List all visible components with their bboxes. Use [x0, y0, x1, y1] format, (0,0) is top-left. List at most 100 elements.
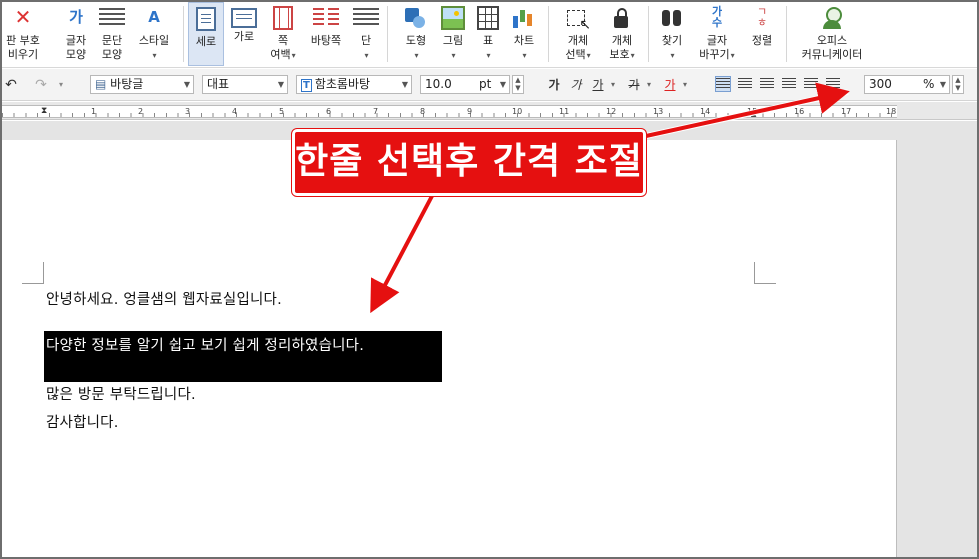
- text-line[interactable]: 안녕하세요. 엉클샘의 웹자료실입니다.: [46, 288, 282, 309]
- button-label: 커뮤니케이터: [801, 48, 863, 61]
- ruler-number: 12: [606, 107, 617, 116]
- object-protect-button[interactable]: 개체 보호: [602, 2, 642, 66]
- truetype-font-icon: T: [301, 79, 312, 92]
- underline-button[interactable]: 가: [590, 76, 606, 94]
- text-line[interactable]: 감사합니다.: [46, 411, 119, 432]
- align-left-icon[interactable]: [738, 77, 752, 91]
- font-size-stepper[interactable]: ▲ ▼: [512, 75, 524, 94]
- button-label: 글자: [706, 34, 728, 47]
- button-label: 글자: [65, 34, 87, 47]
- style-select[interactable]: ▤ 바탕글 ▼: [90, 75, 194, 94]
- chart-button[interactable]: 차트: [506, 2, 542, 66]
- line-spacing-unit: %: [923, 77, 935, 91]
- portrait-page-icon: [196, 7, 216, 31]
- shape-icon: [403, 6, 429, 30]
- ruler-number: 2: [138, 107, 144, 116]
- button-label: 스타일: [138, 34, 170, 47]
- horizontal-ruler[interactable]: ⧗ 1 2 3 4 5 6 7 8 9 10 11 12 13 14 15 ▲ …: [2, 102, 977, 120]
- font-select-value: 함초롬바탕: [314, 77, 371, 91]
- button-label: 여백: [264, 48, 302, 63]
- button-label: 단: [360, 34, 372, 47]
- replace-icon: 가 수: [711, 5, 723, 29]
- indent-marker-icon[interactable]: ⧗: [41, 106, 47, 116]
- style-icon: A: [148, 8, 160, 26]
- font-color-button[interactable]: 가: [662, 76, 678, 94]
- ruler-number: 1: [91, 107, 97, 116]
- button-label: 도형: [405, 34, 427, 47]
- button-label: 판 부호: [6, 34, 40, 47]
- char-shape-button[interactable]: 가 글자 모양: [58, 2, 94, 66]
- ruler-number: 14: [700, 107, 711, 116]
- chevron-down-icon[interactable]: ▾: [680, 76, 690, 94]
- selected-text-line[interactable]: 다양한 정보를 알기 쉽고 보기 쉽게 정리하였습니다.: [46, 334, 364, 355]
- align-justify-icon[interactable]: [715, 76, 731, 92]
- line-spacing-stepper[interactable]: ▲ ▼: [952, 75, 964, 94]
- divider: [387, 6, 388, 62]
- align-right-icon[interactable]: [782, 77, 796, 91]
- right-margin-marker-icon[interactable]: ▲: [751, 110, 756, 118]
- ruler-number: 4: [232, 107, 238, 116]
- page-border-button[interactable]: 바탕쪽: [306, 2, 346, 66]
- landscape-button[interactable]: 가로: [226, 2, 262, 66]
- chevron-down-icon: ▼: [499, 80, 506, 89]
- dropdown-arrow: [400, 48, 432, 63]
- bold-button[interactable]: 가: [546, 76, 562, 94]
- sort-icon: ㄱ ㅎ: [756, 5, 768, 29]
- lock-icon: [609, 6, 635, 30]
- font-select[interactable]: T 함초롬바탕 ▼: [296, 75, 412, 94]
- ribbon-toolbar: ✕ 판 부호 비우기 가 글자 모양 문단 모양 A 스타일 세로 가로: [2, 2, 977, 68]
- binoculars-icon: [659, 6, 685, 30]
- line-spacing-value: 300: [869, 77, 892, 91]
- select-cursor-icon: [565, 6, 591, 32]
- shape-button[interactable]: 도형: [400, 2, 432, 66]
- text-line[interactable]: 많은 방문 부탁드립니다.: [46, 383, 196, 404]
- button-label: 개체: [567, 34, 589, 47]
- language-select[interactable]: 대표 ▼: [202, 75, 288, 94]
- divider: [648, 6, 649, 62]
- font-size-input[interactable]: 10.0 pt ▼: [420, 75, 510, 94]
- chevron-down-icon[interactable]: ▾: [608, 76, 618, 94]
- italic-button[interactable]: 가: [568, 76, 584, 94]
- redo-icon[interactable]: ↷: [34, 76, 48, 94]
- button-label: 쪽: [277, 34, 289, 47]
- style-button[interactable]: A 스타일: [132, 2, 176, 66]
- portrait-button[interactable]: 세로: [188, 2, 224, 66]
- align-distribute-icon[interactable]: [804, 77, 818, 91]
- callout-label: 한줄 선택후 간격 조절: [291, 128, 647, 197]
- button-label: 바탕쪽: [310, 34, 342, 47]
- align-center-icon[interactable]: [760, 77, 774, 91]
- undo-icon[interactable]: ↶: [4, 76, 18, 94]
- picture-button[interactable]: 그림: [436, 2, 470, 66]
- align-divide-icon[interactable]: [826, 77, 840, 91]
- para-shape-button[interactable]: 문단 모양: [94, 2, 130, 66]
- ruler-number: 6: [326, 107, 332, 116]
- sort-button[interactable]: ㄱ ㅎ 정렬: [744, 2, 780, 66]
- formatting-toolbar: ↶ ↷ ▾ ▤ 바탕글 ▼ 대표 ▼ T 함초롬바탕 ▼ 10.0 pt ▼ ▲ ▼…: [2, 69, 977, 101]
- table-button[interactable]: 표: [472, 2, 504, 66]
- clear-char-symbol-button[interactable]: ✕ 판 부호 비우기: [2, 2, 44, 66]
- object-select-button[interactable]: 개체 선택: [558, 2, 598, 66]
- chevron-down-icon[interactable]: ▾: [644, 76, 654, 94]
- button-label: 세로: [195, 35, 217, 48]
- font-size-unit: pt: [479, 77, 492, 91]
- redo-dropdown-icon[interactable]: ▾: [56, 76, 66, 94]
- style-select-icon: ▤: [95, 77, 111, 91]
- button-label: 정렬: [751, 34, 773, 47]
- line-spacing-input[interactable]: 300 % ▼: [864, 75, 950, 94]
- button-label: 그림: [442, 34, 464, 47]
- ruler-number: 3: [185, 107, 191, 116]
- button-label: 가로: [233, 30, 255, 43]
- margins-button[interactable]: 쪽 여백: [264, 2, 302, 66]
- strikethrough-button[interactable]: 가: [626, 76, 642, 94]
- office-communicator-button[interactable]: 오피스 커뮤니케이터: [796, 2, 868, 66]
- ruler-number: 7: [373, 107, 379, 116]
- columns-button[interactable]: 단: [350, 2, 382, 66]
- chart-icon: [511, 6, 537, 30]
- replace-button[interactable]: 가 수 글자 바꾸기: [694, 2, 740, 66]
- button-label: 오피스: [816, 34, 848, 47]
- ruler-number: 17: [841, 107, 852, 116]
- find-button[interactable]: 찾기: [654, 2, 690, 66]
- divider: [548, 6, 549, 62]
- document-page[interactable]: 안녕하세요. 엉클샘의 웹자료실입니다. 다양한 정보를 알기 쉽고 보기 쉽게…: [2, 140, 897, 557]
- button-label: 문단: [101, 34, 123, 47]
